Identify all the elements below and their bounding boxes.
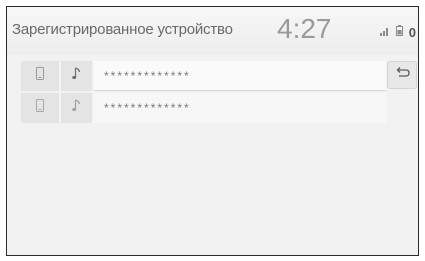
phone-icon — [36, 99, 44, 117]
music-note-icon — [72, 99, 81, 117]
phone-connect-button[interactable] — [21, 93, 61, 123]
device-name[interactable]: ************* — [94, 61, 386, 91]
phone-connect-button[interactable] — [21, 61, 61, 91]
device-name[interactable]: ************* — [94, 93, 386, 123]
phone-icon — [36, 67, 44, 85]
page-title: Зарегистрированное устройство — [12, 21, 233, 38]
back-arrow-icon — [394, 66, 410, 84]
audio-connect-button[interactable] — [61, 61, 94, 91]
back-button[interactable] — [387, 61, 417, 89]
status-value: 0 — [408, 24, 416, 40]
music-note-icon — [72, 67, 81, 85]
screen: Зарегистрированное устройство 4:27 0 ***… — [6, 6, 419, 256]
device-row[interactable]: ************* — [21, 93, 386, 123]
signal-icon — [379, 23, 390, 41]
battery-icon — [395, 23, 403, 41]
status-area: 0 — [379, 23, 416, 41]
header-bar: Зарегистрированное устройство 4:27 0 — [7, 7, 418, 55]
audio-connect-button[interactable] — [61, 93, 94, 123]
device-row[interactable]: ************* — [21, 61, 386, 91]
clock: 4:27 — [277, 13, 332, 44]
